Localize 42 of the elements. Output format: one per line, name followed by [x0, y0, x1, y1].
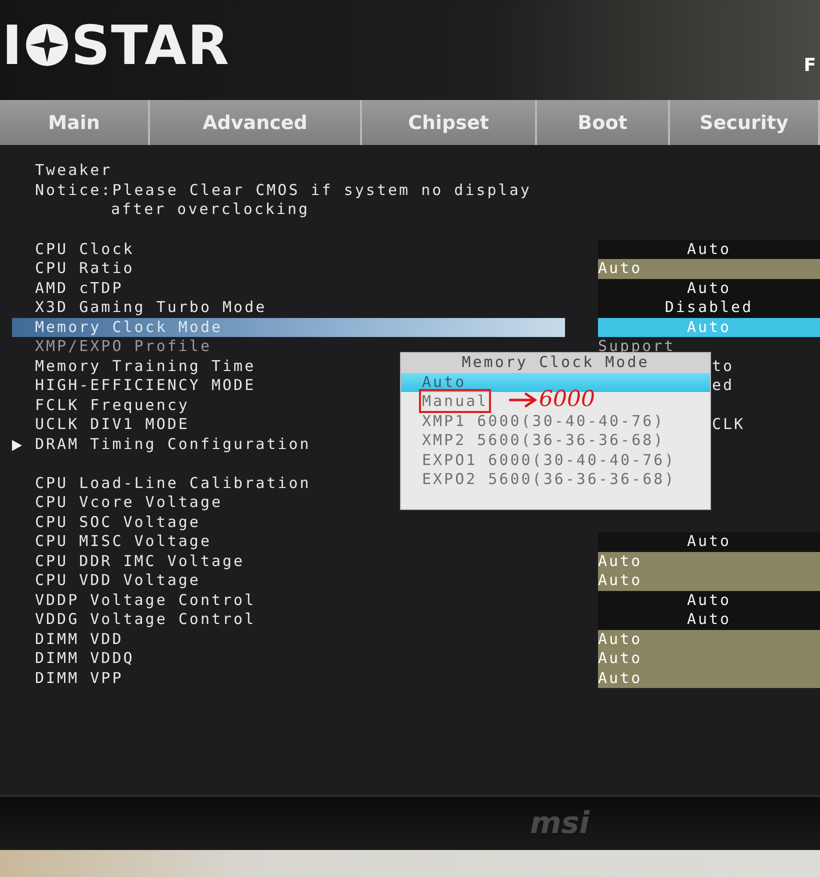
- setting-value[interactable]: Auto: [598, 552, 820, 571]
- setting-item[interactable]: CPU DDR IMC Voltage: [12, 552, 565, 571]
- star-logo-icon: [25, 23, 70, 67]
- setting-item[interactable]: VDDG Voltage Control: [12, 610, 565, 630]
- setting-item[interactable]: DIMM VDDQ: [12, 649, 565, 668]
- notice-text: Notice:Please Clear CMOS if system no display: [35, 180, 532, 200]
- setting-item[interactable]: DIMM VDD: [12, 630, 565, 649]
- triangle-icon: [12, 440, 22, 450]
- setting-value[interactable]: Auto: [598, 259, 820, 278]
- setting-value[interactable]: Auto: [598, 240, 820, 259]
- setting-item[interactable]: CPU Vcore Voltage: [12, 493, 565, 512]
- setting-value[interactable]: Auto: [598, 649, 820, 668]
- setting-item[interactable]: CPU MISC Voltage: [12, 532, 565, 552]
- setting-item[interactable]: CPU VDD Voltage: [12, 571, 565, 590]
- notice-text: after overclocking: [110, 200, 311, 220]
- popup-option[interactable]: EXPO1 6000(30-40-40-76): [401, 450, 710, 470]
- setting-value[interactable]: Auto: [598, 532, 820, 552]
- setting-value[interactable]: Auto: [598, 278, 820, 298]
- setting-item[interactable]: AMD cTDP: [12, 278, 565, 298]
- setting-value[interactable]: Auto: [598, 630, 820, 649]
- setting-item[interactable]: DIMM VPP: [12, 668, 565, 688]
- setting-item[interactable]: VDDP Voltage Control: [12, 590, 565, 610]
- popup-option[interactable]: XMP1 6000(30-40-40-76): [401, 412, 710, 431]
- popup-option[interactable]: XMP2 5600(36-36-36-68): [401, 431, 710, 450]
- setting-item[interactable]: CPU Clock: [12, 240, 565, 259]
- page-title: Tweaker: [35, 161, 114, 180]
- setting-value[interactable]: Auto: [598, 610, 820, 630]
- setting-value[interactable]: Auto: [598, 571, 820, 590]
- popup-option[interactable]: EXPO2 5600(36-36-36-68): [401, 470, 710, 490]
- popup-title: Memory Clock Mode: [401, 353, 710, 372]
- setting-item[interactable]: CPU Ratio: [12, 259, 565, 278]
- model-text: F: [804, 54, 817, 76]
- arrow-icon: [509, 392, 537, 408]
- logo-text: I: [2, 14, 24, 76]
- handwritten-note: 6000: [539, 390, 595, 410]
- bezel-logo: msi: [530, 806, 590, 841]
- setting-item[interactable]: X3D Gaming Turbo Mode: [12, 298, 565, 318]
- setting-value[interactable]: Disabled: [598, 298, 820, 318]
- setting-item[interactable]: CPU SOC Voltage: [12, 512, 565, 532]
- logo-text: STAR: [71, 14, 230, 76]
- setting-value[interactable]: Auto: [598, 668, 820, 688]
- setting-value[interactable]: Auto: [598, 590, 820, 610]
